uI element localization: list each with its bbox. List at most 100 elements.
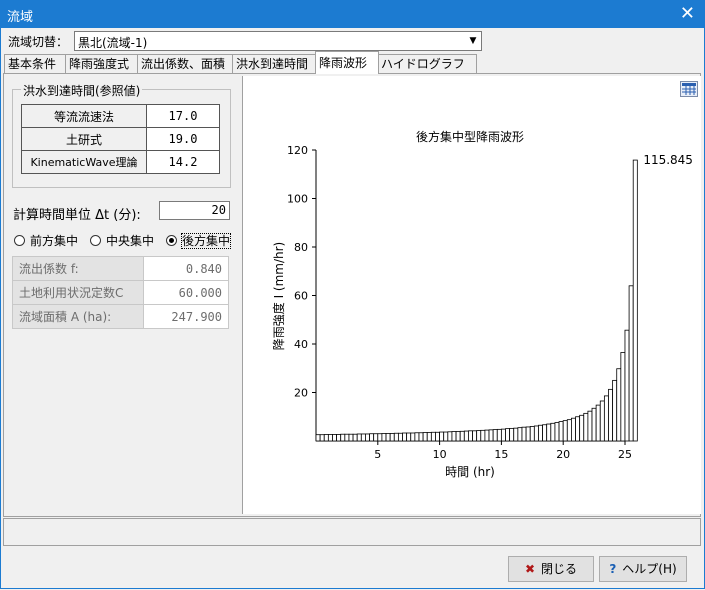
rainfall-bar: [426, 432, 432, 442]
rainfall-bar: [336, 434, 342, 442]
title-bar: 流域 ✕: [0, 0, 705, 28]
rainfall-bar: [435, 431, 440, 442]
basin-switch-label: 流域切替：: [8, 35, 69, 49]
rainfall-bar: [500, 428, 506, 442]
rainfall-bar: [315, 434, 321, 442]
rainfall-bar: [612, 379, 618, 442]
arrival-method-label: 土研式: [21, 127, 147, 151]
rainfall-bar: [595, 404, 601, 442]
radio-back-concentrated[interactable]: 後方集中: [166, 232, 232, 249]
rainfall-bar: [393, 432, 399, 442]
chart-axes: 20 40 60 80 100 120 5 10 15 20 25: [287, 144, 632, 461]
param-label: 流域面積 A (ha):: [12, 304, 144, 329]
rainfall-bar: [476, 430, 482, 442]
rainfall-bar: [616, 368, 622, 442]
rainfall-bar: [496, 428, 502, 442]
rainfall-bar: [373, 433, 379, 442]
rainfall-bar: [340, 433, 346, 442]
rainfall-bar: [360, 433, 366, 442]
rainfall-bar: [468, 430, 473, 442]
rainfall-bar: [603, 395, 609, 442]
y-axis-label: 降雨強度 I (mm/hr): [271, 242, 286, 351]
rainfall-bar: [554, 422, 560, 442]
y-tick-label: 80: [294, 241, 308, 254]
rainfall-bar: [624, 329, 630, 442]
param-value: 60.000: [143, 280, 229, 305]
tab-arrival-time[interactable]: 洪水到達時間: [232, 54, 318, 73]
basin-select[interactable]: 黒北(流域-1) ▼: [74, 31, 482, 51]
rainfall-bar: [332, 434, 337, 442]
close-button[interactable]: ✖ 閉じる: [508, 556, 594, 582]
rainfall-bar: [406, 432, 412, 442]
tab-runoff-area[interactable]: 流出係数、面積: [137, 54, 233, 73]
rainfall-bar: [352, 433, 358, 442]
arrival-method-value: 19.0: [146, 127, 220, 151]
rainfall-bar: [517, 427, 523, 442]
rainfall-bar: [579, 414, 585, 442]
arrival-method-label: 等流流速法: [21, 104, 147, 128]
rainfall-bar: [566, 419, 572, 442]
radio-back-label: 後方集中: [180, 233, 232, 249]
table-row: 土研式 19.0: [21, 127, 220, 151]
radio-center-concentrated[interactable]: 中央集中: [90, 232, 154, 249]
rainfall-bar: [418, 432, 424, 442]
y-tick-label: 100: [287, 193, 308, 206]
rainfall-bar: [521, 426, 527, 442]
peak-value-label: 115.845: [643, 153, 693, 167]
dt-input[interactable]: 20: [159, 201, 230, 220]
status-bar: [3, 518, 701, 546]
arrival-time-caption: 洪水到達時間(参照値): [21, 82, 143, 99]
x-tick-label: 20: [556, 448, 570, 461]
x-tick-label: 10: [433, 448, 447, 461]
rainfall-bar: [632, 159, 638, 442]
x-axis-label: 時間 (hr): [445, 465, 495, 479]
rainfall-bar: [323, 434, 329, 442]
rainfall-bar: [484, 429, 490, 442]
help-button[interactable]: ? ヘルプ(H): [599, 556, 687, 582]
tab-rainfall-intensity[interactable]: 降雨強度式: [65, 54, 138, 73]
param-label: 流出係数 f:: [12, 256, 144, 281]
rainfall-bar: [472, 430, 478, 442]
rainfall-bar: [525, 426, 531, 442]
rainfall-chart: 後方集中型降雨波形 降雨強度 I (mm/hr) 時間 (hr) 20 40 60 8…: [271, 129, 693, 479]
rainfall-bar: [628, 285, 634, 442]
chart-title: 後方集中型降雨波形: [416, 129, 524, 144]
tab-hydrograph[interactable]: ハイドログラフ: [377, 54, 477, 73]
tab-basic-conditions[interactable]: 基本条件: [4, 54, 66, 73]
x-icon: ✖: [524, 562, 536, 576]
window-title: 流域: [7, 10, 34, 25]
rainfall-bar: [591, 407, 597, 442]
rainfall-bar: [550, 422, 556, 442]
table-row: 土地利用状況定数C 60.000: [12, 280, 229, 305]
x-tick-label: 15: [494, 448, 508, 461]
param-value: 247.900: [143, 304, 229, 329]
rainfall-bar: [608, 388, 614, 442]
y-tick-label: 40: [294, 338, 308, 351]
rainfall-bar: [505, 428, 511, 442]
rainfall-bar: [414, 432, 420, 442]
chevron-down-icon[interactable]: ▼: [465, 32, 481, 50]
rainfall-bar: [389, 433, 395, 442]
rainfall-bar: [402, 432, 408, 442]
rainfall-bar: [599, 400, 605, 442]
rainfall-bar: [542, 424, 548, 442]
arrival-method-label: KinematicWave理論: [21, 150, 147, 174]
table-row: 流出係数 f: 0.840: [12, 256, 229, 281]
rainfall-bar: [571, 417, 576, 442]
radio-front-concentrated[interactable]: 前方集中: [14, 232, 78, 249]
rainfall-bar: [439, 431, 445, 442]
chart-bars: [315, 159, 638, 442]
param-value: 0.840: [143, 256, 229, 281]
rainfall-bar: [344, 433, 350, 442]
x-tick-label: 25: [618, 448, 632, 461]
rainfall-bar: [410, 432, 416, 442]
y-tick-label: 120: [287, 144, 308, 157]
dt-label: 計算時間単位 Δt (分):: [13, 208, 141, 223]
question-icon: ?: [609, 562, 617, 576]
help-button-label: ヘルプ(H): [622, 562, 677, 576]
tab-rainfall-waveform[interactable]: 降雨波形: [315, 51, 379, 74]
grid-icon[interactable]: [680, 81, 698, 97]
rainfall-bar: [558, 421, 564, 442]
close-icon[interactable]: ✕: [680, 3, 695, 24]
rainfall-bar: [356, 433, 362, 442]
